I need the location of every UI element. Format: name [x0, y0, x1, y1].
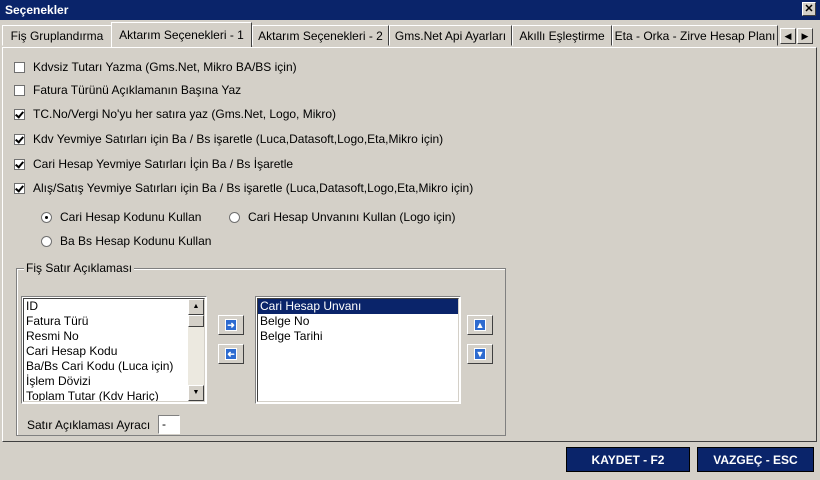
list-item[interactable]: Ba/Bs Cari Kodu (Luca için): [24, 359, 204, 374]
triangle-down-icon: ▼: [192, 389, 200, 396]
scroll-down-button[interactable]: ▼: [188, 385, 204, 401]
arrow-left-icon: ➜: [225, 348, 237, 360]
available-fields-list[interactable]: ID Fatura Türü Resmi No Cari Hesap Kodu …: [21, 296, 207, 404]
triangle-up-icon: ▲: [192, 303, 200, 310]
move-up-button[interactable]: ▲: [467, 315, 493, 335]
tab-strip: Fiş Gruplandırma Aktarım Seçenekleri - 1…: [0, 22, 820, 48]
list-item[interactable]: Belge Tarihi: [258, 329, 458, 344]
list-item-selected[interactable]: Cari Hesap Unvanı: [258, 299, 458, 314]
checkbox-label: Kdvsiz Tutarı Yazma (Gms.Net, Mikro BA/B…: [33, 60, 297, 74]
title-bar: Seçenekler ✕: [0, 0, 820, 20]
selected-fields-list[interactable]: Cari Hesap Unvanı Belge No Belge Tarihi: [255, 296, 461, 404]
close-button[interactable]: ✕: [802, 2, 816, 16]
arrow-down-icon: ▼: [474, 348, 486, 360]
selected-fields-inner: Cari Hesap Unvanı Belge No Belge Tarihi: [257, 298, 459, 402]
list-item[interactable]: Belge No: [258, 314, 458, 329]
available-fields-inner: ID Fatura Türü Resmi No Cari Hesap Kodu …: [23, 298, 205, 402]
list-item[interactable]: Resmi No: [24, 329, 204, 344]
options-window: Seçenekler ✕ Fiş Gruplandırma Aktarım Se…: [0, 0, 820, 480]
checkbox-box[interactable]: [14, 158, 25, 170]
tab-scroll-left-button[interactable]: ◀: [780, 28, 796, 44]
triangle-right-icon: ▶: [801, 31, 809, 41]
radio-label: Cari Hesap Unvanını Kullan (Logo için): [248, 210, 456, 224]
checkbox-box[interactable]: [14, 61, 25, 73]
list-item[interactable]: İşlem Dövizi: [24, 374, 204, 389]
list-item[interactable]: ID: [24, 299, 204, 314]
tab-scroll-right-button[interactable]: ▶: [797, 28, 813, 44]
checkbox-label: TC.No/Vergi No'yu her satıra yaz (Gms.Ne…: [33, 107, 337, 121]
separator-label: Satır Açıklaması Ayracı: [27, 418, 151, 432]
close-icon: ✕: [804, 3, 814, 15]
tab-aktarim-secenekleri-1[interactable]: Aktarım Seçenekleri - 1: [111, 22, 252, 47]
radio-label: Ba Bs Hesap Kodunu Kullan: [60, 234, 212, 248]
radio-label: Cari Hesap Kodunu Kullan: [60, 210, 202, 224]
vertical-scrollbar[interactable]: ▲ ▼: [188, 299, 204, 401]
radio-dot[interactable]: [41, 235, 52, 247]
checkbox-alis-satis-yevmiye[interactable]: Alış/Satış Yevmiye Satırları için Ba / B…: [14, 180, 473, 196]
remove-field-button[interactable]: ➜: [218, 344, 244, 364]
radio-cari-hesap-unvani[interactable]: Cari Hesap Unvanını Kullan (Logo için): [229, 209, 455, 225]
scroll-up-button[interactable]: ▲: [188, 299, 204, 315]
checkbox-label: Kdv Yevmiye Satırları için Ba / Bs işare…: [33, 132, 444, 146]
scroll-thumb[interactable]: [188, 315, 204, 327]
move-down-button[interactable]: ▼: [467, 344, 493, 364]
checkbox-cari-hesap-yevmiye[interactable]: Cari Hesap Yevmiye Satırları İçin Ba / B…: [14, 156, 293, 172]
checkbox-box[interactable]: [14, 84, 25, 96]
tab-gms-net-api[interactable]: Gms.Net Api Ayarları: [389, 25, 512, 46]
checkbox-label: Alış/Satış Yevmiye Satırları için Ba / B…: [33, 181, 474, 195]
group-legend: Fiş Satır Açıklaması: [24, 261, 135, 275]
add-field-button[interactable]: ➜: [218, 315, 244, 335]
arrow-up-icon: ▲: [474, 319, 486, 331]
radio-dot[interactable]: [41, 211, 52, 223]
triangle-left-icon: ◀: [784, 31, 792, 41]
tab-fis-gruplandirma[interactable]: Fiş Gruplandırma: [2, 25, 112, 46]
checkbox-kdv-yevmiye[interactable]: Kdv Yevmiye Satırları için Ba / Bs işare…: [14, 131, 443, 147]
separator-input[interactable]: -: [158, 415, 180, 434]
list-item[interactable]: Fatura Türü: [24, 314, 204, 329]
checkbox-kdvsiz-tutari[interactable]: Kdvsiz Tutarı Yazma (Gms.Net, Mikro BA/B…: [14, 59, 297, 75]
window-title: Seçenekler: [5, 3, 69, 17]
radio-cari-hesap-kodu[interactable]: Cari Hesap Kodunu Kullan: [41, 209, 201, 225]
tab-akilli-eslestirme[interactable]: Akıllı Eşleştirme: [512, 25, 612, 46]
cancel-button[interactable]: VAZGEÇ - ESC: [697, 447, 814, 472]
radio-dot[interactable]: [229, 211, 240, 223]
checkbox-tc-vergi-no[interactable]: TC.No/Vergi No'yu her satıra yaz (Gms.Ne…: [14, 106, 336, 122]
checkbox-fatura-turu[interactable]: Fatura Türünü Açıklamanın Başına Yaz: [14, 82, 241, 98]
checkbox-label: Cari Hesap Yevmiye Satırları İçin Ba / B…: [33, 157, 294, 171]
checkbox-box[interactable]: [14, 182, 25, 194]
list-item[interactable]: Cari Hesap Kodu: [24, 344, 204, 359]
radio-ba-bs-hesap-kodu[interactable]: Ba Bs Hesap Kodunu Kullan: [41, 233, 211, 249]
save-button[interactable]: KAYDET - F2: [566, 447, 690, 472]
tab-aktarim-secenekleri-2[interactable]: Aktarım Seçenekleri - 2: [252, 25, 389, 46]
list-item[interactable]: Toplam Tutar (Kdv Hariç): [24, 389, 204, 401]
checkbox-box[interactable]: [14, 133, 25, 145]
checkbox-box[interactable]: [14, 108, 25, 120]
arrow-right-icon: ➜: [225, 319, 237, 331]
checkbox-label: Fatura Türünü Açıklamanın Başına Yaz: [33, 83, 242, 97]
tab-eta-orka-zirve[interactable]: Eta - Orka - Zirve Hesap Planı: [612, 25, 778, 46]
